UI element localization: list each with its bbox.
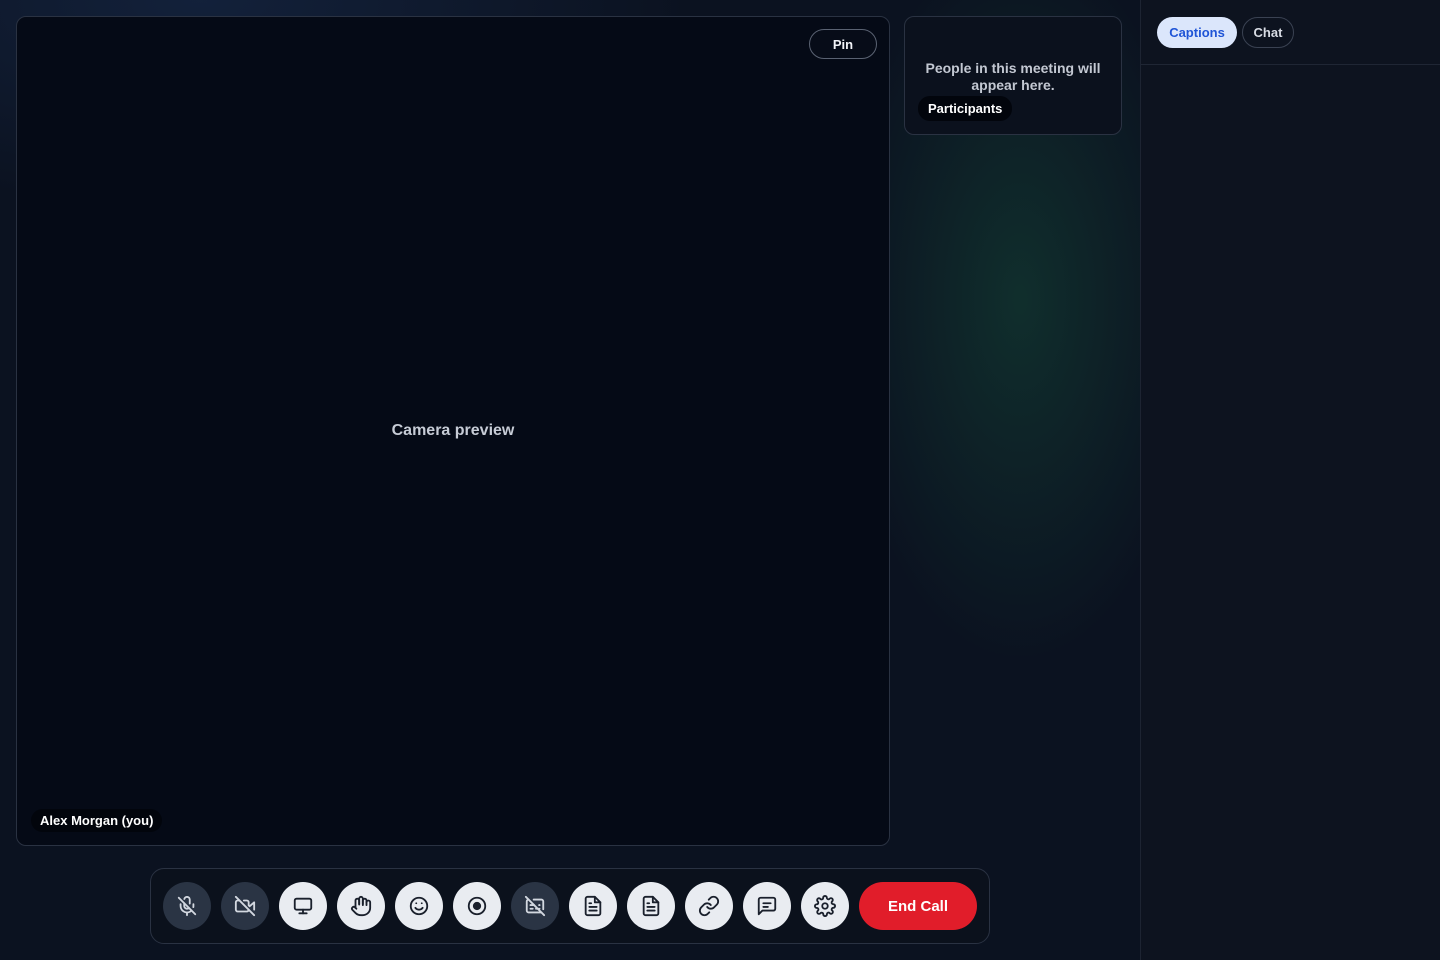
mute-microphone-button[interactable] xyxy=(163,882,211,930)
tab-chat[interactable]: Chat xyxy=(1242,17,1294,48)
side-panel: Captions Chat xyxy=(1140,0,1440,960)
toggle-captions-button[interactable] xyxy=(511,882,559,930)
raise-hand-icon xyxy=(351,895,372,917)
end-call-button[interactable]: End Call xyxy=(859,882,977,930)
captions-off-icon xyxy=(524,895,546,917)
share-screen-button[interactable] xyxy=(279,882,327,930)
participants-panel: People in this meeting will appear here.… xyxy=(904,16,1122,135)
copy-link-button[interactable] xyxy=(685,882,733,930)
notes-icon xyxy=(642,895,660,917)
settings-icon xyxy=(814,895,836,917)
chat-icon xyxy=(757,896,777,916)
side-panel-tab-bar: Captions Chat xyxy=(1141,0,1440,65)
participants-empty-text: People in this meeting will appear here. xyxy=(925,60,1101,93)
document-button[interactable] xyxy=(569,882,617,930)
participants-label: Participants xyxy=(918,96,1013,121)
camera-preview-text: Camera preview xyxy=(391,422,515,439)
pin-button[interactable]: Pin xyxy=(809,29,877,59)
record-icon xyxy=(467,896,487,916)
toggle-camera-button[interactable] xyxy=(221,882,269,930)
call-controls-toolbar: End Call xyxy=(150,868,990,944)
screen-share-icon xyxy=(293,897,313,915)
record-button[interactable] xyxy=(453,882,501,930)
raise-hand-button[interactable] xyxy=(337,882,385,930)
video-off-icon xyxy=(234,895,256,917)
chat-button[interactable] xyxy=(743,882,791,930)
main-video-tile: Pin Camera preview Alex Morgan (you) xyxy=(16,16,890,846)
notes-button[interactable] xyxy=(627,882,675,930)
reactions-button[interactable] xyxy=(395,882,443,930)
emoji-icon xyxy=(409,896,429,916)
mic-off-icon xyxy=(177,896,197,917)
tab-captions[interactable]: Captions xyxy=(1157,17,1237,48)
link-icon xyxy=(698,895,720,917)
self-name-tag: Alex Morgan (you) xyxy=(31,809,163,832)
document-icon xyxy=(584,895,602,917)
settings-button[interactable] xyxy=(801,882,849,930)
